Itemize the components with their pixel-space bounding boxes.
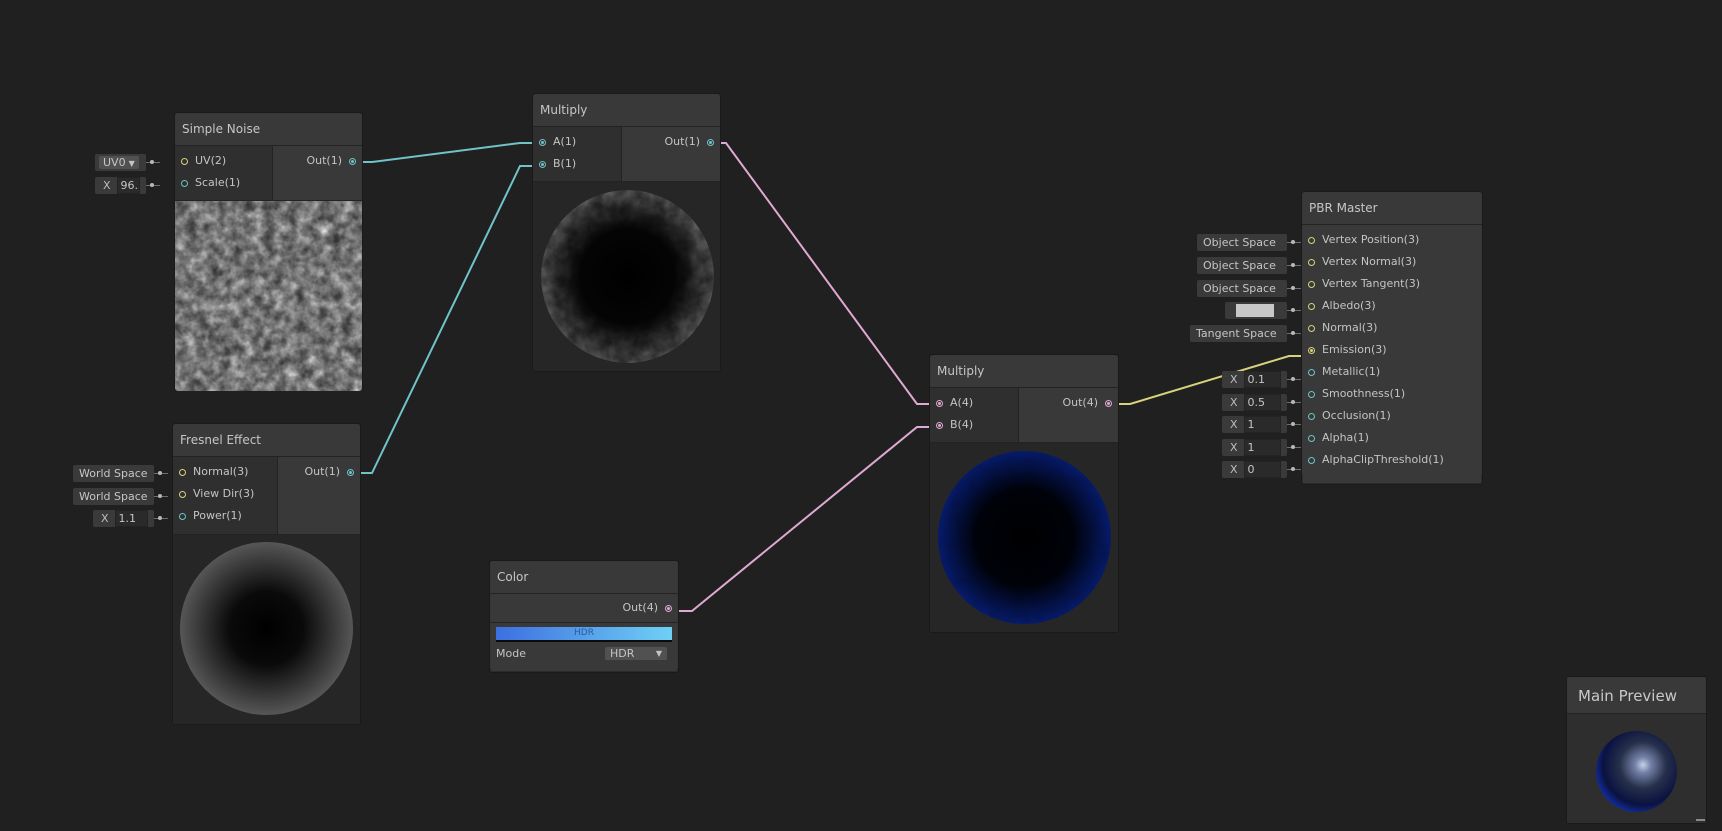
- dropdown-arrow-icon: ▼: [655, 648, 662, 658]
- output-out[interactable]: Out(4): [490, 597, 678, 619]
- alpha-clip-field[interactable]: X0: [1222, 461, 1301, 478]
- occlusion-field[interactable]: X1: [1222, 416, 1301, 433]
- alpha-field[interactable]: X1: [1222, 439, 1301, 456]
- input-occlusion[interactable]: Occlusion(1): [1302, 405, 1482, 427]
- multiply1-preview: [533, 182, 720, 371]
- color-node[interactable]: Color Out(4) HDR Mode HDR ▼: [489, 560, 679, 673]
- input-alpha[interactable]: Alpha(1): [1302, 427, 1482, 449]
- multiply2-sphere: [938, 451, 1111, 624]
- normal-space-field[interactable]: Tangent Space: [1190, 325, 1301, 342]
- wire-color-to-multiply2-b[interactable]: [670, 426, 930, 612]
- output-out[interactable]: Out(1): [273, 150, 362, 172]
- input-emission[interactable]: Emission(3): [1302, 339, 1482, 361]
- input-b[interactable]: B(4): [930, 414, 1018, 436]
- wire-multiply1-to-multiply2-a[interactable]: [712, 142, 930, 405]
- main-preview-sphere: [1596, 731, 1677, 812]
- uv-channel-field[interactable]: UV0 ▼: [95, 154, 160, 171]
- wire-noise-to-multiply-a[interactable]: [352, 142, 537, 163]
- vertex-position-space-field[interactable]: Object Space: [1197, 234, 1301, 251]
- node-title[interactable]: Simple Noise: [175, 113, 362, 146]
- vertex-tangent-space-field[interactable]: Object Space: [1197, 280, 1301, 297]
- albedo-color-field[interactable]: [1225, 302, 1301, 319]
- input-a[interactable]: A(4): [930, 392, 1018, 414]
- smoothness-field[interactable]: X 0.5: [1222, 394, 1301, 411]
- multiply1-sphere: [541, 190, 714, 363]
- color-properties: HDR Mode HDR ▼: [490, 623, 678, 668]
- wire-fresnel-to-multiply-b[interactable]: [350, 165, 537, 474]
- scale-field[interactable]: X96.5: [95, 177, 160, 194]
- input-uv[interactable]: UV(2): [175, 150, 272, 172]
- fresnel-effect-node[interactable]: Fresnel Effect Normal(3) View Dir(3) Pow…: [172, 423, 361, 725]
- noise-texture: [175, 201, 362, 391]
- simple-noise-node[interactable]: Simple Noise UV(2) Scale(1) Out(1): [174, 112, 363, 391]
- input-albedo[interactable]: Albedo(3): [1302, 295, 1482, 317]
- multiply2-noise: [938, 451, 1111, 624]
- output-out[interactable]: Out(4): [1019, 392, 1118, 414]
- resize-handle[interactable]: [1696, 819, 1705, 821]
- noise-preview: [175, 201, 362, 391]
- main-preview-panel[interactable]: Main Preview: [1566, 676, 1707, 824]
- node-title[interactable]: Color: [490, 561, 678, 594]
- output-out[interactable]: Out(1): [278, 461, 360, 483]
- uv-dropdown[interactable]: UV0 ▼: [99, 156, 139, 169]
- input-smoothness[interactable]: Smoothness(1): [1302, 383, 1482, 405]
- input-scale[interactable]: Scale(1): [175, 172, 272, 194]
- input-vertex-tangent[interactable]: Vertex Tangent(3): [1302, 273, 1482, 295]
- view-dir-space-field[interactable]: World Space: [73, 488, 168, 505]
- multiply-node-1[interactable]: Multiply A(1) B(1) Out(1): [532, 93, 721, 372]
- metallic-field[interactable]: X 0.1: [1222, 371, 1301, 388]
- input-vertex-position[interactable]: Vertex Position(3): [1302, 229, 1482, 251]
- input-normal[interactable]: Normal(3): [173, 461, 277, 483]
- vertex-normal-space-field[interactable]: Object Space: [1197, 257, 1301, 274]
- mode-label: Mode: [496, 646, 526, 660]
- main-preview-viewport[interactable]: [1567, 714, 1706, 823]
- normal-space-field[interactable]: World Space: [73, 465, 168, 482]
- main-preview-title[interactable]: Main Preview: [1567, 677, 1706, 714]
- input-power[interactable]: Power(1): [173, 505, 277, 527]
- fresnel-preview: [173, 535, 360, 724]
- input-normal[interactable]: Normal(3): [1302, 317, 1482, 339]
- mode-dropdown[interactable]: HDR ▼: [605, 646, 667, 660]
- dropdown-arrow-icon: ▼: [128, 159, 135, 168]
- input-vertex-normal[interactable]: Vertex Normal(3): [1302, 251, 1482, 273]
- hdr-color-swatch[interactable]: HDR: [496, 627, 672, 642]
- power-field[interactable]: X 1.1: [93, 510, 168, 527]
- albedo-swatch[interactable]: [1236, 304, 1274, 317]
- input-a[interactable]: A(1): [533, 131, 621, 153]
- node-title[interactable]: Multiply: [533, 94, 720, 127]
- output-out[interactable]: Out(1): [622, 131, 720, 153]
- node-title[interactable]: Multiply: [930, 355, 1118, 388]
- input-b[interactable]: B(1): [533, 153, 621, 175]
- multiply1-noise: [541, 190, 714, 363]
- input-view-dir[interactable]: View Dir(3): [173, 483, 277, 505]
- hdr-swatch-label: HDR: [574, 628, 594, 638]
- node-title[interactable]: PBR Master: [1302, 192, 1482, 225]
- node-title[interactable]: Fresnel Effect: [173, 424, 360, 457]
- fresnel-sphere: [180, 542, 353, 715]
- input-alpha-clip-threshold[interactable]: AlphaClipThreshold(1): [1302, 449, 1482, 471]
- input-metallic[interactable]: Metallic(1): [1302, 361, 1482, 383]
- multiply2-preview: [930, 443, 1118, 632]
- pbr-master-node[interactable]: PBR Master Vertex Position(3) Vertex Nor…: [1301, 191, 1483, 485]
- multiply-node-2[interactable]: Multiply A(4) B(4) Out(4): [929, 354, 1119, 633]
